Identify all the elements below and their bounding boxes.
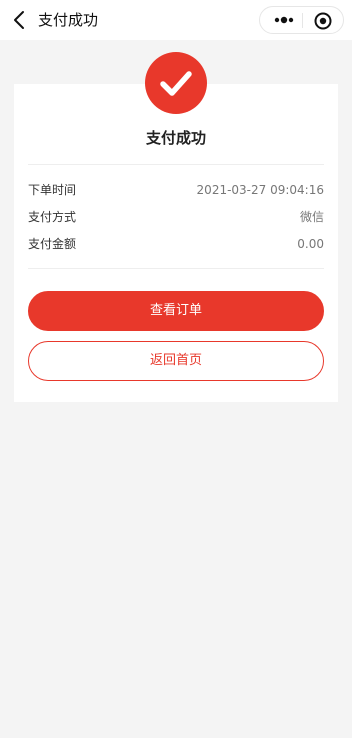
view-order-button[interactable]: 查看订单	[28, 291, 324, 331]
page-title: 支付成功	[38, 11, 99, 29]
divider-bottom	[28, 268, 324, 269]
back-button[interactable]	[10, 9, 30, 31]
target-circle-icon	[314, 12, 332, 30]
check-circle-icon	[160, 71, 192, 96]
payment-method-row: 支付方式 微信	[28, 207, 324, 227]
order-time-label: 下单时间	[28, 183, 77, 197]
payment-amount-value: 0.00	[297, 237, 324, 251]
chevron-left-icon	[14, 11, 24, 29]
payment-amount-row: 支付金额 0.00	[28, 234, 324, 254]
payment-method-label: 支付方式	[28, 210, 77, 224]
order-time-value: 2021-03-27 09:04:16	[196, 183, 324, 197]
more-dots-icon	[274, 16, 294, 24]
order-time-row: 下单时间 2021-03-27 09:04:16	[28, 180, 324, 200]
mini-program-capsule	[259, 6, 344, 34]
divider-top	[28, 164, 324, 165]
capsule-divider	[302, 13, 303, 28]
more-button[interactable]	[268, 11, 300, 29]
payment-method-value: 微信	[299, 210, 324, 224]
status-title: 支付成功	[145, 129, 206, 147]
success-badge	[145, 52, 207, 114]
payment-amount-label: 支付金额	[28, 237, 77, 251]
close-mini-program-button[interactable]	[313, 11, 333, 31]
back-home-button[interactable]: 返回首页	[28, 341, 324, 381]
navigation-bar: 支付成功	[0, 0, 352, 40]
